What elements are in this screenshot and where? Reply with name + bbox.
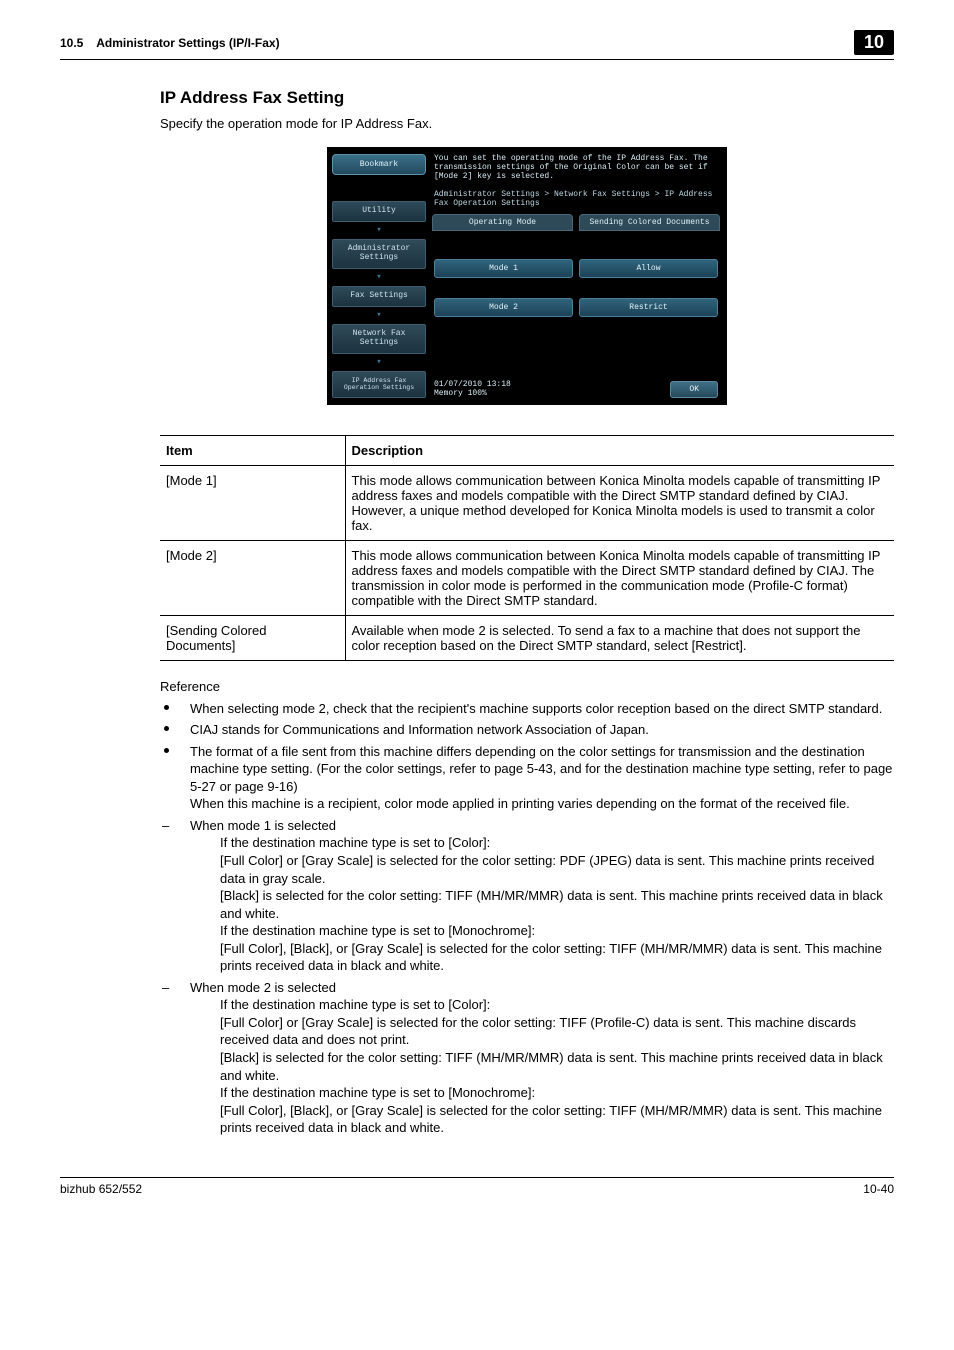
section-no: 10.5 [60,36,83,50]
chapter-badge: 10 [854,30,894,55]
mode1-title: When mode 1 is selected [190,818,336,833]
chevron-down-icon: ▾ [332,313,426,318]
ref-line: If the destination machine type is set t… [220,922,894,940]
mode2-title: When mode 2 is selected [190,980,336,995]
footer-right: 10-40 [863,1182,894,1196]
cell-desc: This mode allows communication between K… [345,465,894,540]
table-row: [Mode 1] This mode allows communication … [160,465,894,540]
chevron-down-icon: ▾ [332,275,426,280]
crumb-network-fax[interactable]: Network Fax Settings [332,324,426,354]
panel-help-text: You can set the operating mode of the IP… [428,150,724,186]
table-row: [Sending Colored Documents] Available wh… [160,615,894,660]
chevron-down-icon: ▾ [332,360,426,365]
ref-line: If the destination machine type is set t… [220,1084,894,1102]
tab-colored-docs[interactable]: Sending Colored Documents [579,214,720,231]
running-header: 10.5 Administrator Settings (IP/I-Fax) 1… [60,30,894,60]
ref-line: [Black] is selected for the color settin… [220,1049,894,1084]
device-panel: Bookmark Utility ▾ Administrator Setting… [327,147,727,405]
footer-left: bizhub 652/552 [60,1182,142,1196]
th-desc: Description [345,435,894,465]
ref-line: [Full Color], [Black], or [Gray Scale] i… [220,940,894,975]
list-item: When selecting mode 2, check that the re… [160,700,894,718]
panel-meta: 01/07/2010 13:18 Memory 100% [434,381,511,399]
cell-item: [Mode 2] [160,540,345,615]
list-item: The format of a file sent from this mach… [160,743,894,813]
cell-item: [Sending Colored Documents] [160,615,345,660]
intro-text: Specify the operation mode for IP Addres… [160,116,894,131]
allow-button[interactable]: Allow [579,259,718,278]
ref-line: [Full Color], [Black], or [Gray Scale] i… [220,1102,894,1137]
page-footer: bizhub 652/552 10-40 [60,1177,894,1196]
th-item: Item [160,435,345,465]
cell-desc: Available when mode 2 is selected. To se… [345,615,894,660]
list-item: When mode 1 is selected If the destinati… [160,817,894,975]
table-row: [Mode 2] This mode allows communication … [160,540,894,615]
ok-button[interactable]: OK [670,381,718,398]
list-item: When mode 2 is selected If the destinati… [160,979,894,1137]
meta-memory: Memory 100% [434,390,511,399]
crumb-utility[interactable]: Utility [332,201,426,222]
reference-list: When selecting mode 2, check that the re… [160,700,894,1137]
tab-operating-mode[interactable]: Operating Mode [432,214,573,231]
cell-desc: This mode allows communication between K… [345,540,894,615]
description-table: Item Description [Mode 1] This mode allo… [160,435,894,661]
mode-2-button[interactable]: Mode 2 [434,298,573,317]
header-section: 10.5 Administrator Settings (IP/I-Fax) [60,36,280,50]
list-text: When this machine is a recipient, color … [190,796,850,811]
bookmark-button[interactable]: Bookmark [332,154,426,175]
ref-line: [Full Color] or [Gray Scale] is selected… [220,852,894,887]
restrict-button[interactable]: Restrict [579,298,718,317]
chevron-down-icon: ▾ [332,228,426,233]
crumb-fax[interactable]: Fax Settings [332,286,426,307]
ref-line: [Full Color] or [Gray Scale] is selected… [220,1014,894,1049]
section-title: Administrator Settings (IP/I-Fax) [96,36,279,50]
list-item: CIAJ stands for Communications and Infor… [160,721,894,739]
reference-heading: Reference [160,679,894,694]
crumb-ip-addr-fax[interactable]: IP Address Fax Operation Settings [332,371,426,397]
mode-1-button[interactable]: Mode 1 [434,259,573,278]
cell-item: [Mode 1] [160,465,345,540]
crumb-admin[interactable]: Administrator Settings [332,239,426,269]
page-title: IP Address Fax Setting [160,88,894,108]
ref-line: [Black] is selected for the color settin… [220,887,894,922]
list-text: The format of a file sent from this mach… [190,744,892,794]
panel-breadcrumb: Administrator Settings > Network Fax Set… [428,186,724,212]
ref-line: If the destination machine type is set t… [220,834,894,852]
ref-line: If the destination machine type is set t… [220,996,894,1014]
